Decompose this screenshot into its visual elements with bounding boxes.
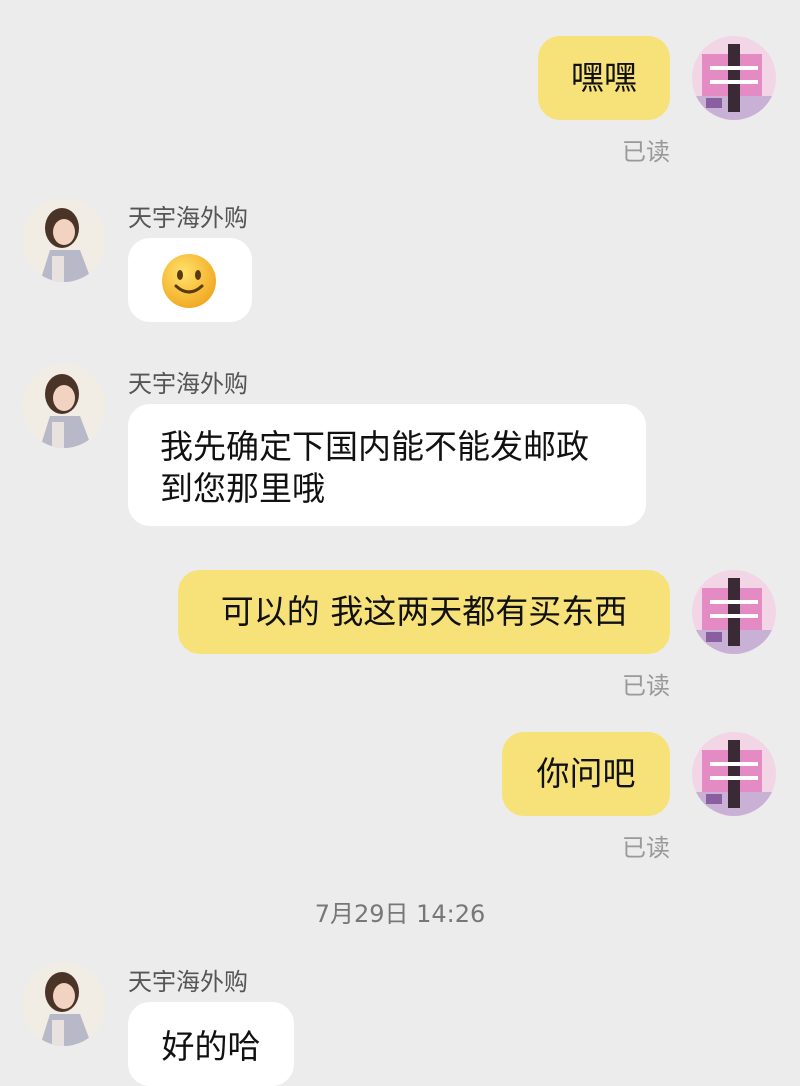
sender-name: 天宇海外购 [128, 204, 248, 232]
their-avatar[interactable] [22, 364, 106, 448]
sender-name: 天宇海外购 [128, 968, 248, 996]
my-avatar[interactable] [692, 570, 776, 654]
their-message-bubble[interactable]: 好的哈 [128, 1002, 294, 1086]
my-avatar[interactable] [692, 732, 776, 816]
their-avatar[interactable] [22, 198, 106, 282]
timestamp-divider: 7月29日 14:26 [314, 900, 486, 928]
my-message-bubble[interactable]: 嘿嘿 [538, 36, 670, 120]
their-message-bubble[interactable]: 我先确定下国内能不能发邮政到您那里哦 [128, 404, 646, 526]
read-status: 已读 [622, 834, 670, 862]
message-text: 可以的 我这两天都有买东西 [220, 592, 628, 631]
smiling-face-icon [162, 254, 216, 308]
read-status: 已读 [622, 672, 670, 700]
sender-name: 天宇海外购 [128, 370, 248, 398]
their-message-bubble[interactable] [128, 238, 252, 322]
message-text: 你问吧 [536, 754, 636, 793]
their-avatar[interactable] [22, 962, 106, 1046]
message-text: 好的哈 [161, 1027, 261, 1066]
my-avatar[interactable] [692, 36, 776, 120]
my-message-bubble[interactable]: 可以的 我这两天都有买东西 [178, 570, 670, 654]
read-status: 已读 [622, 138, 670, 166]
my-message-bubble[interactable]: 你问吧 [502, 732, 670, 816]
message-text: 嘿嘿 [571, 58, 637, 97]
message-text: 我先确定下国内能不能发邮政到您那里哦 [160, 427, 589, 508]
